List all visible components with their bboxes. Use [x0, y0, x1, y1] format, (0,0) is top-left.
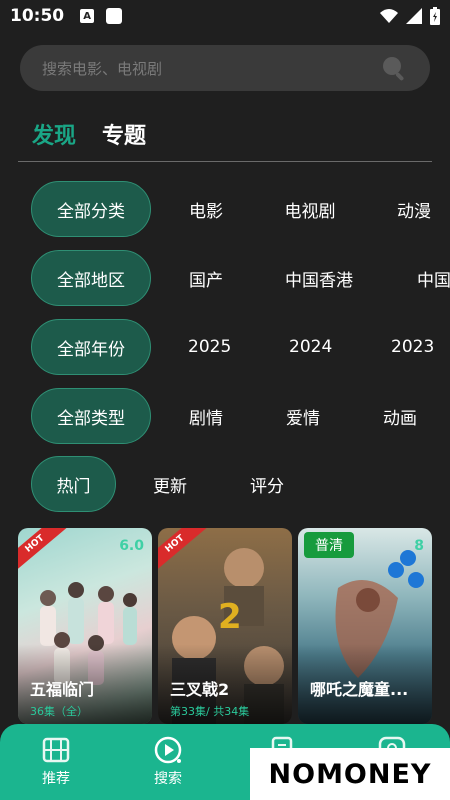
- filter-genre-selected[interactable]: 全部类型: [31, 388, 151, 444]
- filter-option[interactable]: 2024: [289, 337, 332, 357]
- card-title: 五福临门: [30, 680, 95, 699]
- tab-topics[interactable]: 专题: [102, 118, 146, 150]
- watermark-logo: NOMONEY: [250, 748, 450, 800]
- filter-option[interactable]: 国产: [188, 266, 224, 291]
- filter-category-selected[interactable]: 全部分类: [31, 181, 151, 237]
- video-card[interactable]: 普清 8 哪吒之魔童...: [298, 528, 432, 724]
- filter-option[interactable]: 更新: [152, 472, 188, 497]
- top-tabs: 发现 专题: [32, 118, 146, 150]
- play-icon: [154, 736, 182, 764]
- video-card-list: HOT 6.0 五福临门 36集（全） 2 HOT 三叉戟2 第33集/ 共34…: [18, 528, 432, 724]
- tab-discover[interactable]: 发现: [32, 118, 76, 150]
- battery-icon: [430, 7, 440, 25]
- filter-option[interactable]: 爱情: [285, 404, 321, 429]
- nav-recommend[interactable]: 推荐: [16, 724, 96, 800]
- search-placeholder: 搜索电影、电视剧: [42, 59, 163, 78]
- card-episodes: 36集（全）: [30, 705, 88, 718]
- filter-row-region: 全部地区 国产 中国香港 中国: [31, 250, 450, 306]
- video-card[interactable]: 2 HOT 三叉戟2 第33集/ 共34集: [158, 528, 292, 724]
- filter-sort-selected[interactable]: 热门: [31, 456, 116, 512]
- filter-region-selected[interactable]: 全部地区: [31, 250, 151, 306]
- search-input[interactable]: 搜索电影、电视剧: [20, 45, 430, 91]
- filter-option[interactable]: 电影: [188, 197, 224, 222]
- film-icon: [42, 737, 70, 763]
- filter-row-category: 全部分类 电影 电视剧 动漫: [31, 181, 450, 237]
- notification-a-icon: A: [80, 9, 95, 23]
- filter-option[interactable]: 评分: [249, 472, 285, 497]
- video-card[interactable]: HOT 6.0 五福临门 36集（全）: [18, 528, 152, 724]
- filter-row-genre: 全部类型 剧情 爱情 动画: [31, 388, 450, 444]
- wifi-icon: [380, 9, 398, 23]
- nav-label: 推荐: [42, 771, 70, 787]
- watermark-text: NOMONEY: [268, 758, 432, 790]
- search-icon[interactable]: [380, 54, 408, 82]
- filter-option[interactable]: 电视剧: [284, 197, 336, 222]
- notification-square-icon: [106, 8, 123, 24]
- filter-option[interactable]: 中国: [416, 266, 450, 291]
- svg-text:2: 2: [218, 597, 242, 637]
- nav-label: 搜索: [154, 771, 182, 787]
- card-score: 8: [414, 538, 424, 554]
- filter-option[interactable]: 中国香港: [284, 266, 354, 291]
- card-episodes: 第33集/ 共34集: [170, 705, 250, 718]
- filter-row-sort: 热门 更新 评分: [31, 456, 450, 512]
- filter-option[interactable]: 动漫: [396, 197, 432, 222]
- filter-option[interactable]: 剧情: [188, 404, 224, 429]
- quality-badge: 普清: [304, 532, 354, 558]
- signal-icon: [406, 8, 422, 24]
- status-time: 10:50: [10, 6, 65, 26]
- filter-option[interactable]: 动画: [382, 404, 418, 429]
- filter-option[interactable]: 2023: [391, 337, 434, 357]
- filter-option[interactable]: 2025: [188, 337, 231, 357]
- nav-search[interactable]: 搜索: [128, 724, 208, 800]
- card-score: 6.0: [119, 538, 144, 554]
- card-title: 哪吒之魔童...: [310, 680, 409, 699]
- card-title: 三叉戟2: [170, 680, 230, 699]
- filter-row-year: 全部年份 2025 2024 2023: [31, 319, 450, 375]
- tabs-divider: [18, 161, 432, 162]
- filter-year-selected[interactable]: 全部年份: [31, 319, 151, 375]
- status-bar: 10:50 A: [0, 0, 450, 32]
